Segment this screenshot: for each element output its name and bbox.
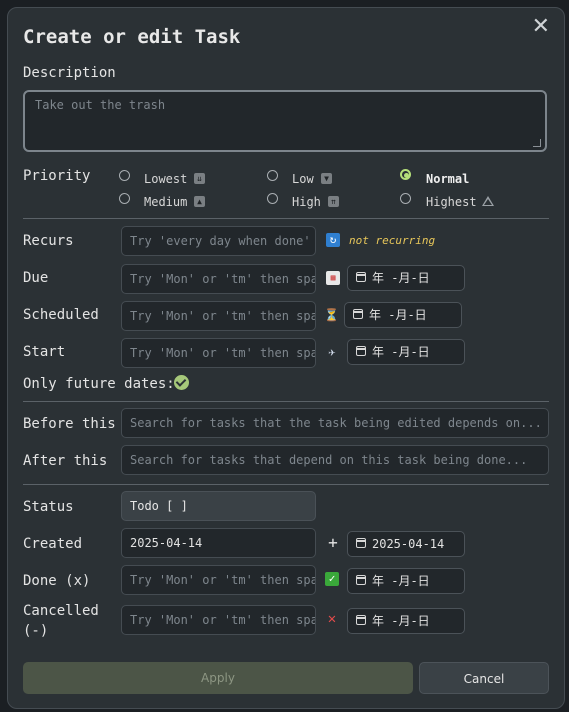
due-input[interactable]: Try 'Mon' or 'tm' then space bbox=[121, 264, 316, 294]
airplane-departure-icon: ✈ bbox=[328, 345, 336, 359]
cancel-button[interactable]: Cancel bbox=[419, 662, 549, 694]
before-this-label: Before this bbox=[23, 416, 116, 432]
priority-highest-radio[interactable] bbox=[400, 193, 411, 204]
priority-lowest-radio[interactable] bbox=[119, 170, 130, 181]
priority-low-radio[interactable] bbox=[267, 170, 278, 181]
priority-highest-label[interactable]: Highest bbox=[426, 195, 477, 209]
medium-priority-icon: ▲ bbox=[194, 196, 205, 207]
created-date-picker[interactable]: 2025-04-14 bbox=[347, 531, 465, 557]
priority-high-label[interactable]: High bbox=[292, 195, 321, 209]
scheduled-input[interactable]: Try 'Mon' or 'tm' then space bbox=[121, 301, 316, 331]
recurs-input[interactable]: Try 'every day when done' bbox=[121, 226, 316, 256]
task-modal: ✕ Create or edit Task Description Take o… bbox=[7, 7, 565, 709]
due-label: Due bbox=[23, 270, 49, 286]
calendar-icon bbox=[356, 615, 366, 625]
separator bbox=[23, 484, 549, 485]
priority-high-radio[interactable] bbox=[267, 193, 278, 204]
only-future-checkbox[interactable] bbox=[174, 375, 189, 390]
calendar-icon bbox=[356, 575, 366, 585]
scheduled-label: Scheduled bbox=[23, 307, 99, 323]
high-priority-icon: ⇈ bbox=[328, 196, 339, 207]
start-date-picker[interactable]: 年 -月-日 bbox=[347, 339, 465, 365]
only-future-label: Only future dates: bbox=[23, 376, 175, 392]
status-label: Status bbox=[23, 499, 74, 515]
start-input[interactable]: Try 'Mon' or 'tm' then space bbox=[121, 338, 316, 368]
done-date-picker[interactable]: 年 -月-日 bbox=[347, 568, 465, 594]
cancelled-input[interactable]: Try 'Mon' or 'tm' then space bbox=[121, 605, 316, 635]
description-placeholder: Take out the trash bbox=[35, 98, 166, 112]
resize-handle-icon[interactable] bbox=[533, 139, 541, 147]
recurs-status: not recurring bbox=[349, 234, 436, 247]
check-mark-icon: ✓ bbox=[325, 572, 339, 586]
priority-normal-radio[interactable] bbox=[400, 169, 411, 180]
description-input[interactable]: Take out the trash bbox=[23, 90, 547, 152]
cancelled-label: Cancelled bbox=[23, 603, 99, 619]
calendar-icon: ▦ bbox=[326, 271, 340, 285]
hourglass-icon: ⏳ bbox=[324, 308, 339, 322]
priority-lowest-label[interactable]: Lowest bbox=[144, 172, 187, 186]
due-date-picker[interactable]: 年 -月-日 bbox=[347, 265, 465, 291]
highest-priority-icon bbox=[482, 196, 494, 206]
scheduled-date-picker[interactable]: 年 -月-日 bbox=[344, 302, 462, 328]
low-priority-icon: ▼ bbox=[321, 173, 332, 184]
plus-icon: + bbox=[328, 533, 338, 552]
start-label: Start bbox=[23, 344, 66, 360]
modal-title: Create or edit Task bbox=[23, 26, 241, 48]
apply-button[interactable]: Apply bbox=[23, 662, 413, 694]
calendar-icon bbox=[353, 309, 363, 319]
created-date-value: 2025-04-14 bbox=[372, 537, 445, 551]
priority-medium-label[interactable]: Medium bbox=[144, 195, 187, 209]
lowest-priority-icon: ⇊ bbox=[194, 173, 205, 184]
recurs-label: Recurs bbox=[23, 233, 74, 249]
separator bbox=[23, 401, 549, 402]
priority-low-label[interactable]: Low bbox=[292, 172, 314, 186]
calendar-icon bbox=[356, 346, 366, 356]
priority-medium-radio[interactable] bbox=[119, 193, 130, 204]
created-label: Created bbox=[23, 536, 83, 552]
before-this-input[interactable]: Search for tasks that the task being edi… bbox=[121, 408, 549, 438]
repeat-icon: ↻ bbox=[326, 233, 340, 247]
cancelled-label-shortcut: (-) bbox=[23, 623, 49, 639]
after-this-label: After this bbox=[23, 453, 108, 469]
separator bbox=[23, 218, 549, 219]
created-input[interactable]: 2025-04-14 bbox=[121, 528, 316, 558]
calendar-icon bbox=[356, 272, 366, 282]
status-select[interactable]: Todo [ ] bbox=[121, 491, 316, 521]
close-icon[interactable]: ✕ bbox=[532, 14, 550, 39]
scheduled-date-value: 年 -月-日 bbox=[369, 308, 427, 322]
due-date-value: 年 -月-日 bbox=[372, 271, 430, 285]
priority-label: Priority bbox=[23, 168, 91, 184]
after-this-input[interactable]: Search for tasks that depend on this tas… bbox=[121, 445, 549, 475]
cross-mark-icon: ✕ bbox=[327, 611, 337, 627]
start-date-value: 年 -月-日 bbox=[372, 345, 430, 359]
priority-normal-label[interactable]: Normal bbox=[426, 172, 469, 186]
cancelled-date-picker[interactable]: 年 -月-日 bbox=[347, 608, 465, 634]
done-label: Done (x) bbox=[23, 573, 91, 589]
description-label: Description bbox=[23, 65, 116, 81]
done-input[interactable]: Try 'Mon' or 'tm' then space bbox=[121, 565, 316, 595]
done-date-value: 年 -月-日 bbox=[372, 574, 430, 588]
calendar-icon bbox=[356, 538, 366, 548]
cancelled-date-value: 年 -月-日 bbox=[372, 614, 430, 628]
